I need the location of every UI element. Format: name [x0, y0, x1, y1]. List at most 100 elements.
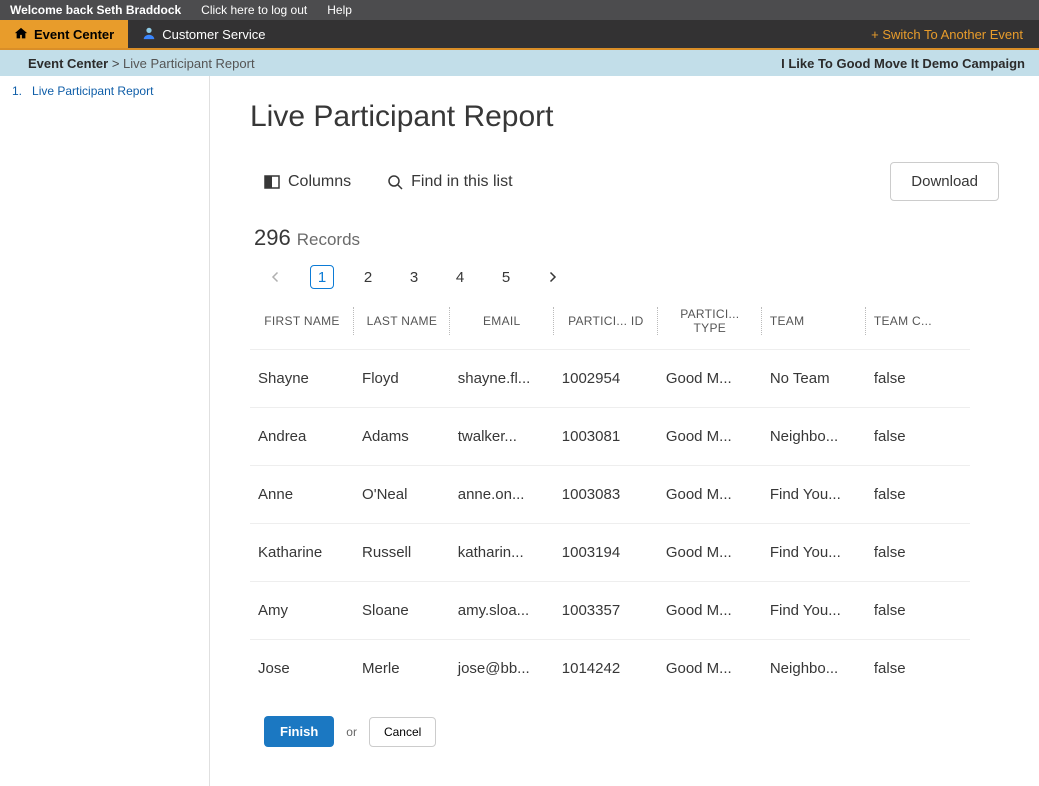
- cell-pid: 1003083: [554, 466, 658, 524]
- cell-first: Andrea: [250, 408, 354, 466]
- sidebar-item-number: 1.: [12, 84, 22, 98]
- col-team-captain[interactable]: TEAM C...: [866, 303, 970, 350]
- records-label: Records: [297, 230, 360, 250]
- columns-button[interactable]: Columns: [264, 173, 351, 191]
- columns-label: Columns: [288, 173, 351, 191]
- sidebar-item-live-report[interactable]: 1. Live Participant Report: [8, 82, 201, 100]
- records-count: 296: [254, 225, 291, 251]
- table-row[interactable]: JoseMerlejose@bb...1014242Good M...Neigh…: [250, 640, 970, 698]
- page-title: Live Participant Report: [250, 100, 999, 134]
- welcome-text: Welcome back Seth Braddock: [10, 3, 181, 17]
- cell-pid: 1003357: [554, 582, 658, 640]
- sidebar-item-label: Live Participant Report: [32, 84, 153, 98]
- switch-event-link[interactable]: + Switch To Another Event: [871, 20, 1039, 48]
- pager-next[interactable]: [540, 265, 564, 289]
- cell-team: Find You...: [762, 582, 866, 640]
- switch-event-label: + Switch To Another Event: [871, 27, 1023, 42]
- crumb-leaf: Live Participant Report: [123, 56, 255, 71]
- pager-page-4[interactable]: 4: [448, 265, 472, 289]
- cell-pid: 1003194: [554, 524, 658, 582]
- records-count-row: 296 Records: [250, 225, 999, 251]
- cell-team: No Team: [762, 350, 866, 408]
- pager-page-1[interactable]: 1: [310, 265, 334, 289]
- nav-customer-service-label: Customer Service: [162, 27, 265, 42]
- nav-customer-service[interactable]: Customer Service: [128, 20, 279, 48]
- cell-last: Adams: [354, 408, 450, 466]
- cell-last: Sloane: [354, 582, 450, 640]
- nav-event-center[interactable]: Event Center: [0, 20, 128, 48]
- cell-tc: false: [866, 640, 970, 698]
- cell-last: Russell: [354, 524, 450, 582]
- cell-email: katharin...: [450, 524, 554, 582]
- cell-email: twalker...: [450, 408, 554, 466]
- table-row[interactable]: AndreaAdamstwalker...1003081Good M...Nei…: [250, 408, 970, 466]
- cell-email: amy.sloa...: [450, 582, 554, 640]
- table-row[interactable]: AmySloaneamy.sloa...1003357Good M...Find…: [250, 582, 970, 640]
- top-bar: Welcome back Seth Braddock Click here to…: [0, 0, 1039, 20]
- col-email[interactable]: EMAIL: [450, 303, 554, 350]
- cell-ptype: Good M...: [658, 350, 762, 408]
- cell-email: shayne.fl...: [450, 350, 554, 408]
- cell-email: jose@bb...: [450, 640, 554, 698]
- cell-ptype: Good M...: [658, 582, 762, 640]
- col-last-name[interactable]: LAST NAME: [354, 303, 450, 350]
- sidebar: 1. Live Participant Report: [0, 76, 210, 786]
- search-icon: [387, 174, 403, 190]
- cell-pid: 1014242: [554, 640, 658, 698]
- pager: 1 2 3 4 5: [250, 265, 999, 289]
- main-panel: Live Participant Report Columns Find in …: [210, 76, 1039, 786]
- home-icon: [14, 27, 28, 41]
- pager-prev[interactable]: [264, 265, 288, 289]
- cell-first: Amy: [250, 582, 354, 640]
- cell-tc: false: [866, 350, 970, 408]
- cell-ptype: Good M...: [658, 408, 762, 466]
- cell-last: Merle: [354, 640, 450, 698]
- find-label: Find in this list: [411, 173, 512, 191]
- logout-link[interactable]: Click here to log out: [201, 3, 307, 17]
- columns-icon: [264, 174, 280, 190]
- download-button[interactable]: Download: [890, 162, 999, 201]
- user-icon: [142, 26, 156, 43]
- help-link[interactable]: Help: [327, 3, 352, 17]
- cell-ptype: Good M...: [658, 466, 762, 524]
- cell-first: Anne: [250, 466, 354, 524]
- cell-team: Neighbo...: [762, 408, 866, 466]
- col-participant-type[interactable]: PARTICI... TYPE: [658, 303, 762, 350]
- cell-ptype: Good M...: [658, 524, 762, 582]
- finish-button[interactable]: Finish: [264, 716, 334, 747]
- cell-pid: 1002954: [554, 350, 658, 408]
- col-first-name[interactable]: FIRST NAME: [250, 303, 354, 350]
- participants-table: FIRST NAME LAST NAME EMAIL PARTICI... ID…: [250, 303, 970, 697]
- cell-tc: false: [866, 408, 970, 466]
- cell-last: Floyd: [354, 350, 450, 408]
- cell-team: Find You...: [762, 466, 866, 524]
- nav-event-center-label: Event Center: [34, 27, 114, 42]
- cell-first: Shayne: [250, 350, 354, 408]
- col-team[interactable]: TEAM: [762, 303, 866, 350]
- nav-bar: Event Center Customer Service + Switch T…: [0, 20, 1039, 50]
- cell-ptype: Good M...: [658, 640, 762, 698]
- crumb-sep: >: [112, 56, 120, 71]
- cell-team: Find You...: [762, 524, 866, 582]
- cell-email: anne.on...: [450, 466, 554, 524]
- cell-tc: false: [866, 524, 970, 582]
- cell-tc: false: [866, 582, 970, 640]
- cell-last: O'Neal: [354, 466, 450, 524]
- find-in-list[interactable]: Find in this list: [387, 173, 512, 191]
- pager-page-2[interactable]: 2: [356, 265, 380, 289]
- footer-actions: Finish or Cancel: [250, 697, 999, 777]
- cell-team: Neighbo...: [762, 640, 866, 698]
- pager-page-3[interactable]: 3: [402, 265, 426, 289]
- crumb-root[interactable]: Event Center: [28, 56, 108, 71]
- pager-page-5[interactable]: 5: [494, 265, 518, 289]
- campaign-name: I Like To Good Move It Demo Campaign: [781, 56, 1025, 71]
- or-text: or: [346, 725, 357, 739]
- col-participant-id[interactable]: PARTICI... ID: [554, 303, 658, 350]
- breadcrumb: Event Center > Live Participant Report I…: [0, 50, 1039, 76]
- cell-tc: false: [866, 466, 970, 524]
- cell-first: Jose: [250, 640, 354, 698]
- table-row[interactable]: AnneO'Nealanne.on...1003083Good M...Find…: [250, 466, 970, 524]
- cancel-button[interactable]: Cancel: [369, 717, 436, 747]
- table-row[interactable]: KatharineRussellkatharin...1003194Good M…: [250, 524, 970, 582]
- table-row[interactable]: ShayneFloydshayne.fl...1002954Good M...N…: [250, 350, 970, 408]
